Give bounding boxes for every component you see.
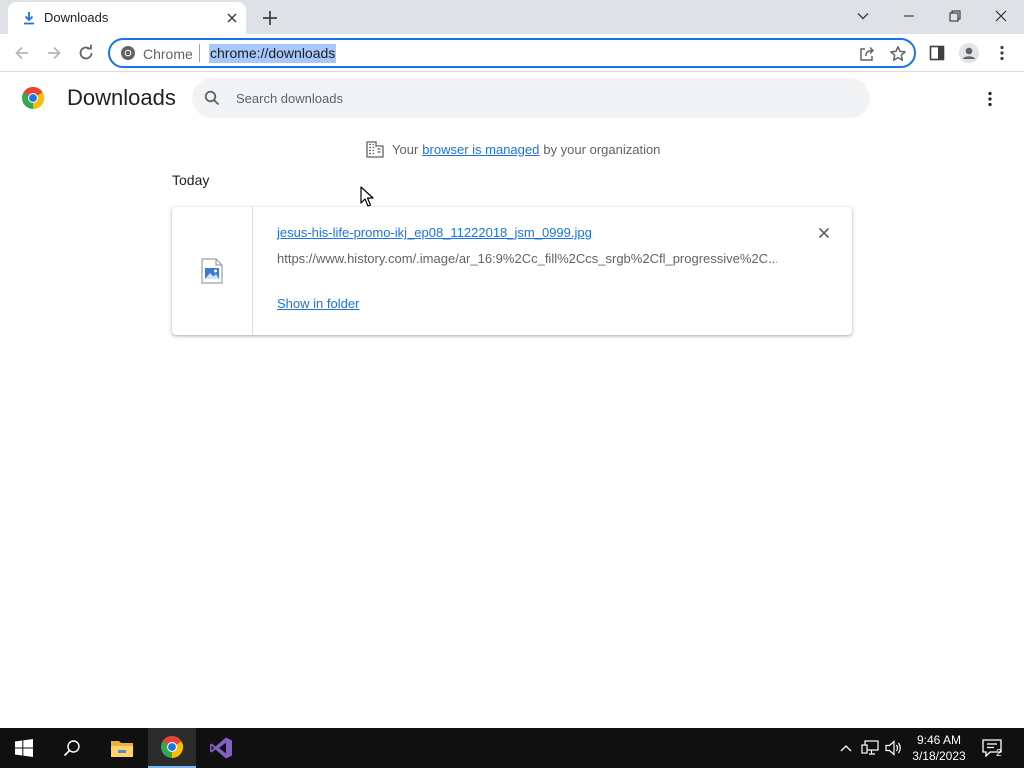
network-icon	[861, 740, 879, 755]
close-icon	[995, 10, 1007, 22]
browser-menu-button[interactable]	[989, 40, 1015, 66]
managed-link[interactable]: browser is managed	[422, 142, 539, 157]
tab-strip: Downloads	[0, 0, 1024, 34]
downloads-toolbar: Downloads	[0, 73, 1024, 127]
minimize-button[interactable]	[886, 0, 932, 32]
search-downloads-field[interactable]	[192, 78, 870, 118]
search-icon	[63, 740, 80, 757]
managed-notice: Your browser is managed by your organiza…	[366, 139, 660, 159]
building-icon	[366, 141, 384, 158]
date-heading: Today	[172, 172, 210, 188]
file-icon-column	[172, 207, 253, 335]
volume-button[interactable]	[884, 738, 904, 758]
download-item: jesus-his-life-promo-ikj_ep08_11222018_j…	[172, 207, 852, 335]
browser-toolbar: Chrome chrome://downloads	[0, 34, 1024, 72]
clock-date: 3/18/2023	[912, 749, 966, 763]
notification-count: 2	[996, 748, 1002, 759]
mouse-cursor-icon	[360, 186, 374, 207]
kebab-menu-icon	[1000, 45, 1004, 61]
download-icon	[24, 12, 34, 25]
reload-button[interactable]	[73, 40, 99, 66]
windows-start-icon	[15, 739, 33, 757]
more-actions-button[interactable]	[978, 87, 1002, 111]
image-file-icon	[201, 258, 223, 284]
profile-icon	[959, 43, 979, 63]
search-taskbar-button[interactable]	[48, 728, 96, 768]
forward-button[interactable]	[41, 40, 67, 66]
chrome-site-icon	[121, 46, 135, 60]
windows-taskbar: 9:46 AM 3/18/2023 2	[0, 728, 1024, 768]
search-icon	[204, 90, 220, 106]
show-in-folder-link[interactable]: Show in folder	[277, 296, 359, 311]
volume-icon	[885, 740, 901, 756]
chevron-down-icon	[857, 13, 869, 20]
file-name-link[interactable]: jesus-his-life-promo-ikj_ep08_11222018_j…	[277, 225, 592, 240]
page-title: Downloads	[67, 85, 176, 110]
star-icon[interactable]	[889, 45, 907, 63]
chrome-logo-icon	[22, 86, 45, 109]
tab-title: Downloads	[44, 10, 109, 25]
side-panel-button[interactable]	[924, 40, 950, 66]
restore-button[interactable]	[932, 0, 978, 32]
file-explorer-button[interactable]	[98, 728, 146, 768]
clock-time: 9:46 AM	[916, 733, 962, 747]
file-source-url: https://www.history.com/.image/ar_16:9%2…	[277, 251, 777, 266]
visual-studio-button[interactable]	[197, 728, 245, 768]
site-chip-label: Chrome	[143, 46, 193, 62]
chip-separator	[199, 44, 200, 62]
remove-from-list-button[interactable]	[815, 224, 833, 242]
reload-icon	[79, 44, 93, 60]
kebab-menu-icon	[988, 91, 992, 107]
close-icon[interactable]	[224, 10, 240, 26]
forward-icon	[48, 46, 61, 60]
minimize-icon	[904, 15, 914, 17]
tab-search-button[interactable]	[840, 0, 886, 32]
back-button[interactable]	[9, 40, 35, 66]
url-text[interactable]: chrome://downloads	[209, 44, 337, 63]
new-tab-icon[interactable]	[258, 6, 282, 30]
side-panel-icon	[929, 45, 945, 61]
close-icon	[818, 227, 830, 239]
share-icon[interactable]	[858, 45, 876, 63]
close-window-button[interactable]	[978, 0, 1024, 32]
profile-button[interactable]	[956, 40, 982, 66]
address-bar[interactable]: Chrome chrome://downloads	[108, 38, 916, 68]
file-explorer-icon	[111, 741, 133, 757]
managed-prefix: Your	[392, 141, 419, 157]
show-hidden-icons-button[interactable]	[836, 738, 856, 758]
start-button[interactable]	[0, 728, 48, 768]
restore-icon	[949, 10, 961, 22]
search-input[interactable]	[236, 88, 836, 108]
managed-suffix: by your organization	[543, 141, 661, 157]
back-icon	[15, 46, 28, 60]
network-button[interactable]	[860, 738, 880, 758]
visual-studio-icon	[210, 737, 232, 759]
tray-chevron-icon	[840, 745, 852, 752]
chrome-taskbar-button[interactable]	[148, 728, 196, 768]
clock[interactable]: 9:46 AM 3/18/2023	[906, 732, 972, 764]
chrome-taskbar-icon	[161, 735, 184, 758]
tab-downloads[interactable]: Downloads	[8, 2, 246, 34]
